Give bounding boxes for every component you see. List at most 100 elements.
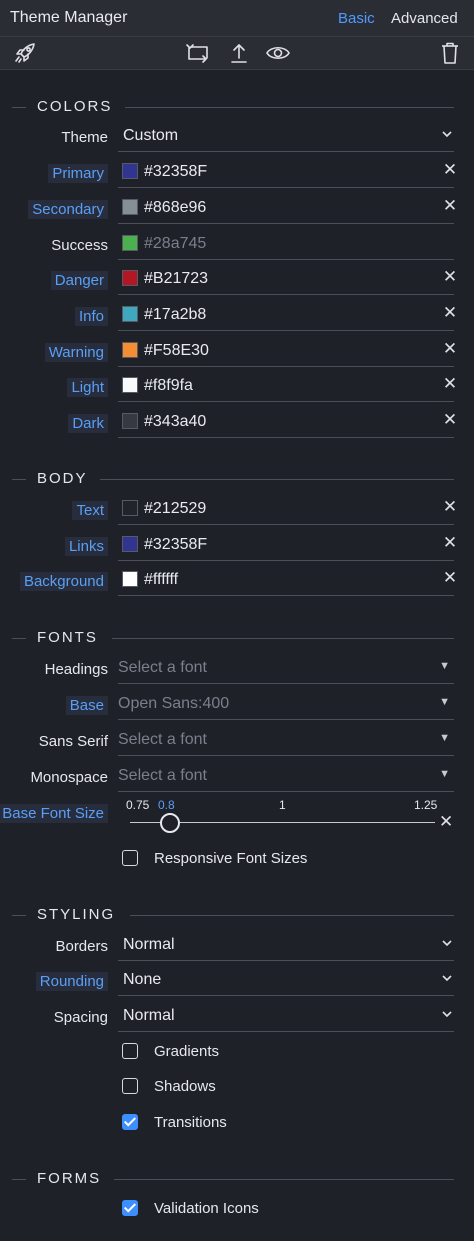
section-header-forms: FORMS — [0, 1169, 474, 1189]
transitions-checkbox[interactable] — [122, 1114, 138, 1130]
clear-icon[interactable]: ✕ — [440, 568, 460, 588]
chevron-down-icon — [442, 131, 452, 138]
shadows-checkbox[interactable] — [122, 1078, 138, 1094]
select-value: Normal — [123, 936, 175, 953]
responsive-font-sizes-checkbox[interactable] — [122, 850, 138, 866]
body-input-text[interactable]: #212529 ✕ — [118, 495, 457, 525]
color-swatch[interactable] — [122, 306, 138, 322]
color-row-danger: Danger #B21723 ✕ — [0, 265, 474, 295]
body-label: Links — [64, 537, 108, 556]
styling-label: Rounding — [35, 972, 108, 991]
mode-tab-advanced[interactable]: Advanced — [391, 10, 458, 27]
clear-icon[interactable]: ✕ — [440, 160, 460, 180]
color-input-dark[interactable]: #343a40 ✕ — [118, 408, 457, 438]
checkbox-label: Responsive Font Sizes — [154, 850, 308, 867]
color-label: Light — [67, 378, 108, 397]
upload-icon[interactable] — [227, 42, 251, 64]
color-swatch[interactable] — [122, 270, 138, 286]
color-label: Warning — [44, 343, 108, 362]
spacing-select[interactable]: Normal — [118, 1002, 454, 1032]
color-row-info: Info #17a2b8 ✕ — [0, 301, 474, 331]
theme-select[interactable]: Custom — [118, 122, 454, 152]
color-swatch[interactable] — [122, 235, 138, 251]
clear-icon[interactable]: ✕ — [440, 533, 460, 553]
clear-icon[interactable]: ✕ — [440, 374, 460, 394]
body-label: Background — [19, 572, 108, 591]
color-swatch[interactable] — [122, 536, 138, 552]
clear-icon[interactable]: ✕ — [440, 339, 460, 359]
color-label: Primary — [48, 164, 108, 183]
chevron-down-icon — [442, 975, 452, 982]
color-swatch[interactable] — [122, 342, 138, 358]
section-title: STYLING — [37, 906, 116, 923]
chevron-down-icon — [442, 940, 452, 947]
color-row-secondary: Secondary #868e96 ✕ — [0, 194, 474, 224]
checkbox-label: Shadows — [154, 1078, 216, 1095]
font-row-headings: Headings Select a font ▼ — [0, 654, 474, 684]
font-label: Monospace — [30, 769, 108, 786]
color-input-primary[interactable]: #32358F ✕ — [118, 158, 457, 188]
font-select-mono[interactable]: Select a font ▼ — [118, 762, 454, 792]
font-value: Open Sans:400 — [118, 695, 230, 712]
select-value: None — [123, 971, 162, 988]
color-label: Dark — [68, 414, 108, 433]
color-swatch[interactable] — [122, 377, 138, 393]
body-input-links[interactable]: #32358F ✕ — [118, 531, 457, 561]
color-hex: #32358F — [144, 163, 208, 180]
clear-icon[interactable]: ✕ — [440, 410, 460, 430]
caret-down-icon: ▼ — [439, 768, 450, 780]
theme-row: Theme Custom — [0, 122, 474, 152]
font-select-headings[interactable]: Select a font ▼ — [118, 654, 454, 684]
color-input-light[interactable]: #f8f9fa ✕ — [118, 372, 457, 402]
body-row-links: Links #32358F ✕ — [0, 531, 474, 561]
color-input-info[interactable]: #17a2b8 ✕ — [118, 301, 457, 331]
color-label: Secondary — [28, 200, 108, 219]
mode-tab-basic[interactable]: Basic — [338, 10, 375, 27]
body-row-text: Text #212529 ✕ — [0, 495, 474, 525]
rocket-icon[interactable] — [14, 42, 38, 64]
scale-min: 0.75 — [126, 798, 150, 812]
body-input-background[interactable]: #ffffff ✕ — [118, 566, 457, 596]
eye-icon[interactable] — [266, 42, 290, 64]
color-input-success[interactable]: #28a745 — [118, 230, 454, 260]
font-row-base: Base Open Sans:400 ▼ — [0, 690, 474, 720]
trash-icon[interactable] — [438, 42, 462, 64]
color-swatch[interactable] — [122, 199, 138, 215]
color-label: Success — [51, 237, 108, 254]
checkbox-label: Gradients — [154, 1043, 220, 1060]
body-row-background: Background #ffffff ✕ — [0, 566, 474, 596]
color-input-warning[interactable]: #F58E30 ✕ — [118, 337, 457, 367]
clear-icon[interactable]: ✕ — [440, 196, 460, 216]
color-swatch[interactable] — [122, 413, 138, 429]
clear-icon[interactable]: ✕ — [440, 267, 460, 287]
color-hex: #F58E30 — [144, 342, 209, 359]
color-swatch[interactable] — [122, 500, 138, 516]
clear-icon[interactable]: ✕ — [440, 303, 460, 323]
color-swatch[interactable] — [122, 163, 138, 179]
validation-icons-checkbox[interactable] — [122, 1200, 138, 1216]
gradients-checkbox[interactable] — [122, 1043, 138, 1059]
section-header-fonts: FONTS — [0, 628, 474, 648]
clear-icon[interactable]: ✕ — [440, 497, 460, 517]
scale-mid: 1 — [279, 798, 286, 812]
font-value: Select a font — [118, 731, 207, 748]
section-title: COLORS — [37, 98, 113, 115]
clear-icon[interactable]: ✕ — [439, 812, 453, 832]
font-select-sans[interactable]: Select a font ▼ — [118, 726, 454, 756]
color-input-secondary[interactable]: #868e96 ✕ — [118, 194, 457, 224]
checkbox-label: Validation Icons — [154, 1200, 259, 1217]
color-hex: #28a745 — [144, 235, 207, 252]
font-label: Headings — [44, 661, 108, 678]
styling-label: Spacing — [53, 1009, 108, 1026]
color-swatch[interactable] — [122, 571, 138, 587]
color-hex: #f8f9fa — [144, 377, 193, 394]
font-size-slider-handle[interactable] — [160, 813, 180, 833]
color-hex: #17a2b8 — [144, 306, 207, 323]
borders-select[interactable]: Normal — [118, 931, 454, 961]
convert-icon[interactable] — [186, 42, 210, 64]
rounding-select[interactable]: None — [118, 966, 454, 996]
font-select-base[interactable]: Open Sans:400 ▼ — [118, 690, 454, 720]
font-row-mono: Monospace Select a font ▼ — [0, 762, 474, 792]
styling-row-borders: Borders Normal — [0, 931, 474, 961]
color-input-danger[interactable]: #B21723 ✕ — [118, 265, 457, 295]
